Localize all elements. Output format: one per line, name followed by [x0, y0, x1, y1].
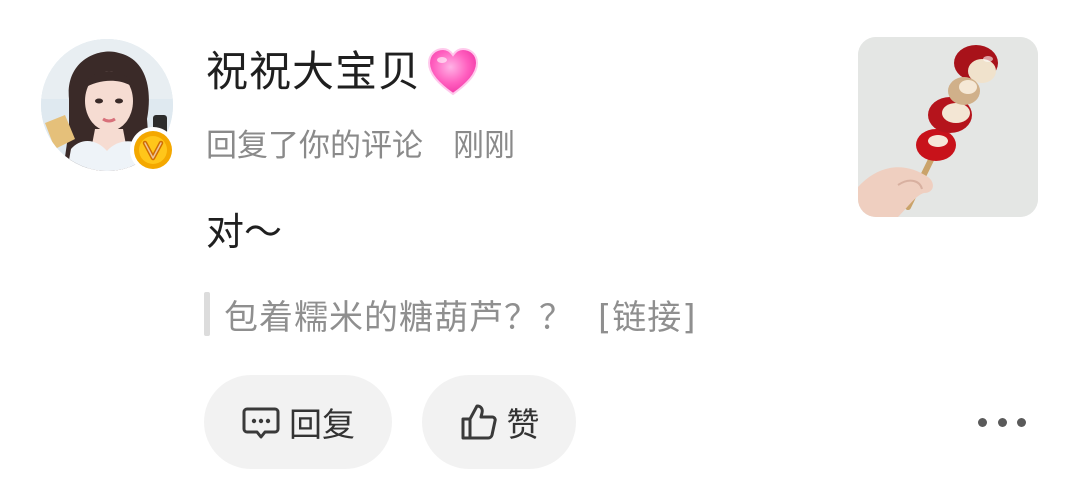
- action-text: 回复了你的评论: [206, 127, 423, 164]
- author-row: 祝祝大宝贝: [206, 40, 481, 104]
- like-label: 赞: [506, 405, 540, 444]
- quoted-comment[interactable]: 包着糯米的糖葫芦？？ [链接]: [204, 288, 697, 340]
- quoted-text: 包着糯米的糖葫芦？？: [224, 297, 574, 338]
- quote-bar: [204, 292, 210, 336]
- author-name[interactable]: 祝祝大宝贝: [206, 40, 421, 104]
- more-dots-icon: [1017, 417, 1026, 427]
- comment-text: 对～: [206, 210, 283, 254]
- more-dots-icon: [997, 417, 1007, 427]
- notification-card: 祝祝大宝贝 回复了你的评论 刚刚 对～ 包着糯米的糖葫芦？？ [链接] 回复 赞: [0, 0, 1080, 500]
- more-dots-icon: [978, 417, 987, 427]
- thumbs-up-icon: [461, 404, 497, 440]
- verified-v-badge-icon: [134, 131, 172, 169]
- meta-row: 回复了你的评论 刚刚: [206, 118, 515, 166]
- pink-heart-icon: [428, 47, 479, 96]
- like-button[interactable]: 赞: [422, 375, 576, 469]
- post-thumbnail[interactable]: [858, 37, 1038, 217]
- reply-button[interactable]: 回复: [204, 375, 392, 469]
- thumbnail-image: [858, 37, 1038, 217]
- timestamp: 刚刚: [453, 127, 515, 164]
- verified-badge: [130, 127, 176, 173]
- more-options-button[interactable]: [978, 406, 1026, 438]
- reply-label: 回复: [289, 405, 355, 444]
- comment-bubble-icon: [242, 407, 280, 439]
- quoted-link[interactable]: [链接]: [598, 290, 697, 339]
